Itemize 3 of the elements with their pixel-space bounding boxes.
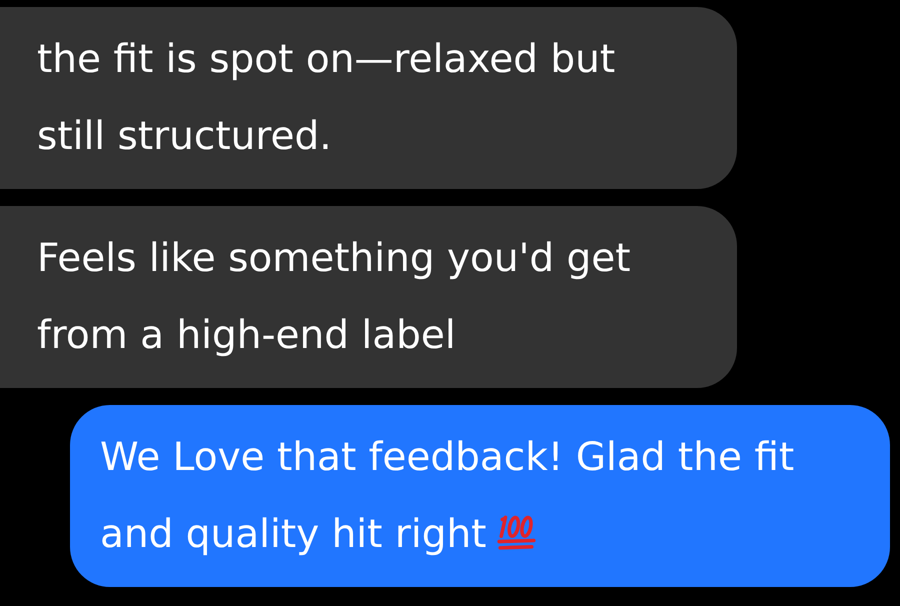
- message-text: We Love that feedback! Glad the fit and quality hit right: [100, 435, 794, 557]
- message-text: the fit is spot on—relaxed but still structured.: [37, 37, 616, 159]
- message-text: Feels like something you'd get from a high-end label: [37, 236, 631, 358]
